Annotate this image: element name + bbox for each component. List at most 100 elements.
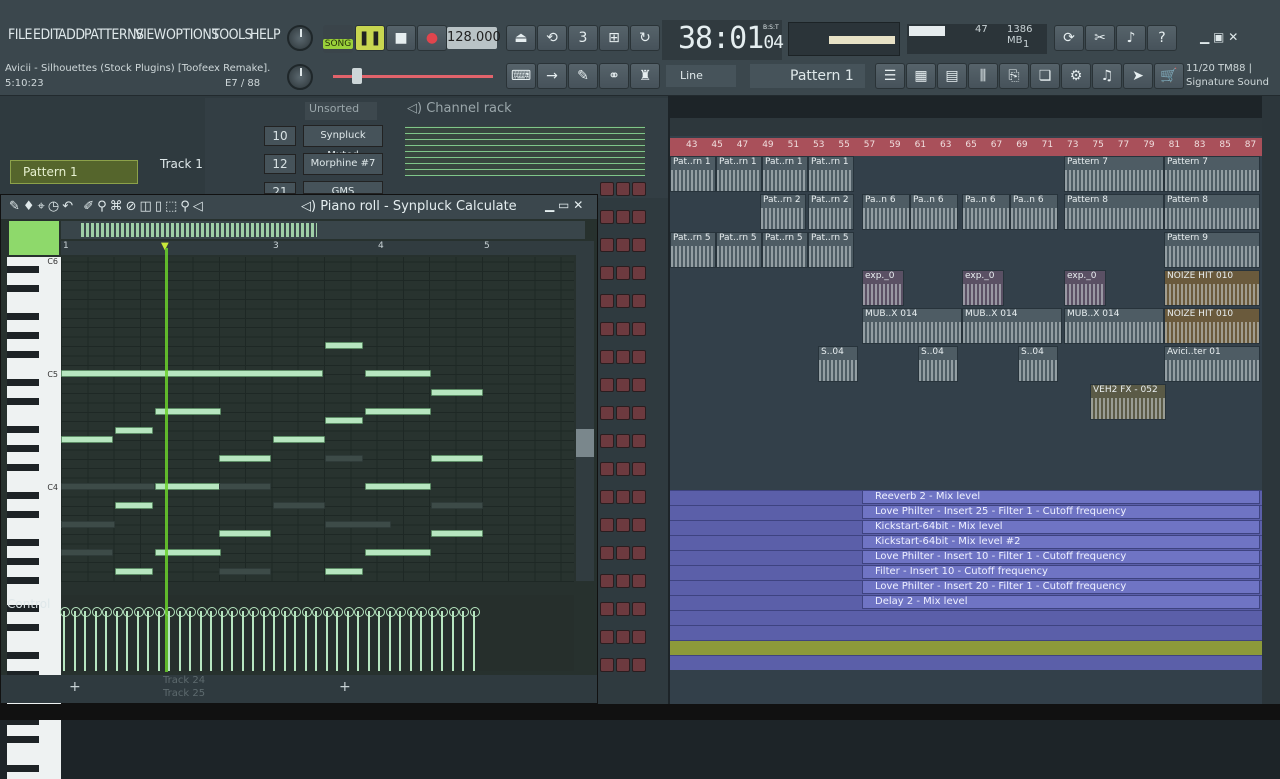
channel-mute-button[interactable]: [632, 182, 646, 196]
velocity-bar[interactable]: [385, 607, 396, 671]
microphone-icon[interactable]: ♪: [1116, 25, 1146, 51]
tempo-display[interactable]: 128.000: [447, 27, 501, 49]
black-key[interactable]: [7, 332, 39, 340]
playlist-clip[interactable]: Pattern 8: [1064, 194, 1164, 230]
channel-mute-button[interactable]: [632, 266, 646, 280]
velocity-bar[interactable]: [301, 607, 312, 671]
velocity-bar[interactable]: [375, 607, 385, 671]
help-icon[interactable]: ?: [1147, 25, 1177, 51]
piano-roll-tools[interactable]: ✎♦⌖◷↶ ✐⚲⌘⊘◫▯⬚⚲◁: [9, 199, 206, 214]
note[interactable]: [365, 549, 431, 556]
brush-icon[interactable]: ✎: [568, 63, 598, 89]
playlist-clip[interactable]: MUB..X 014: [1064, 308, 1164, 344]
black-key[interactable]: [7, 510, 39, 518]
note[interactable]: [325, 342, 363, 349]
channel-mute-button[interactable]: [616, 630, 630, 644]
velocity-bar[interactable]: [186, 607, 196, 671]
channel-mute-button[interactable]: [632, 350, 646, 364]
channel-mute-button[interactable]: [616, 462, 630, 476]
note[interactable]: [365, 483, 431, 490]
playlist-clip[interactable]: MUB..X 014: [862, 308, 962, 344]
playlist-clip[interactable]: Pat..rn 1: [808, 156, 854, 192]
menu-file[interactable]: FILE: [8, 27, 32, 43]
channel-mute-button[interactable]: [632, 378, 646, 392]
note[interactable]: [273, 436, 325, 443]
playlist-clip[interactable]: S..04: [1018, 346, 1058, 382]
automation-clip[interactable]: Delay 2 - Mix level: [862, 595, 1260, 609]
channel-mute-button[interactable]: [616, 574, 630, 588]
stamp-icon[interactable]: ♜: [630, 63, 660, 89]
channel-mute-button[interactable]: [616, 266, 630, 280]
playlist-icon[interactable]: ☰: [875, 63, 905, 89]
playlist-ruler[interactable]: 43 45 47 49 51 53 55 57 59 61 63 65 67 69 71 73 75 77 79 81…: [670, 138, 1262, 156]
velocity-bar[interactable]: [322, 607, 333, 671]
velocity-bar[interactable]: [112, 607, 123, 671]
channel-mute-button[interactable]: [632, 210, 646, 224]
pat-song-toggle[interactable]: SONG: [323, 25, 353, 53]
channel-mute-button[interactable]: [600, 518, 614, 532]
piano-roll-overview[interactable]: [61, 221, 585, 239]
note[interactable]: [61, 370, 323, 377]
channel-mute-button[interactable]: [632, 602, 646, 616]
piano-roll-icon[interactable]: ▦: [906, 63, 936, 89]
window-controls[interactable]: ▁ ▣ ✕: [1200, 30, 1238, 44]
channel-button[interactable]: Morphine #7: [303, 153, 383, 175]
note-grid[interactable]: [61, 257, 574, 582]
menu-view[interactable]: VIEW: [135, 27, 166, 43]
pattern-selector[interactable]: Pattern 1: [750, 64, 865, 88]
playlist-clip[interactable]: Pat..rn 5: [762, 232, 808, 268]
share-icon[interactable]: ➤: [1123, 63, 1153, 89]
channel-mute-button[interactable]: [632, 294, 646, 308]
channel-mute-button[interactable]: [632, 630, 646, 644]
black-key[interactable]: [7, 426, 39, 434]
plugin-icon[interactable]: ⚙: [1061, 63, 1091, 89]
black-key[interactable]: [7, 463, 39, 471]
automation-clip[interactable]: Love Philter - Insert 10 - Filter 1 - Cu…: [862, 550, 1260, 564]
playlist-clip[interactable]: Pat..rn 1: [762, 156, 808, 192]
playlist-clip[interactable]: Pat..rn 2: [808, 194, 854, 230]
channel-mute-button[interactable]: [600, 238, 614, 252]
channel-mute-button[interactable]: [600, 546, 614, 560]
channel-mute-button[interactable]: [616, 434, 630, 448]
snap-select[interactable]: Line: [666, 65, 736, 87]
playlist-clip[interactable]: S..04: [918, 346, 958, 382]
note[interactable]: [219, 530, 271, 537]
control-label[interactable]: Control: [7, 597, 50, 611]
note[interactable]: [115, 568, 153, 575]
menu-add[interactable]: ADD: [58, 27, 85, 43]
arrow-right-icon[interactable]: →: [537, 63, 567, 89]
playlist-overview[interactable]: [670, 118, 1262, 136]
metronome-icon[interactable]: ⏏: [506, 25, 536, 51]
playlist-clip[interactable]: Pat..rn 5: [670, 232, 716, 268]
channel-mute-button[interactable]: [616, 378, 630, 392]
velocity-bar[interactable]: [102, 607, 112, 671]
channel-mute-button[interactable]: [632, 238, 646, 252]
wait-input-icon[interactable]: ⟲: [537, 25, 567, 51]
menu-help[interactable]: HELP: [250, 27, 281, 43]
link-icon[interactable]: ⚭: [599, 63, 629, 89]
channel-mute-button[interactable]: [632, 322, 646, 336]
channel-mute-button[interactable]: [600, 378, 614, 392]
note[interactable]: [325, 417, 363, 424]
black-key[interactable]: [7, 379, 39, 387]
track-lane[interactable]: [670, 610, 1262, 625]
velocity-bar[interactable]: [364, 607, 375, 671]
channel-filter[interactable]: Unsorted: [305, 102, 377, 120]
black-key[interactable]: [7, 285, 39, 293]
velocity-bar[interactable]: [217, 607, 228, 671]
black-key[interactable]: [7, 539, 39, 546]
velocity-bar[interactable]: [427, 607, 438, 671]
playlist-clip[interactable]: NOIZE HIT 010: [1164, 308, 1260, 344]
browser-icon[interactable]: ⎘: [999, 63, 1029, 89]
channel-number[interactable]: 21: [264, 182, 296, 194]
note[interactable]: [115, 427, 153, 434]
channel-mute-button[interactable]: [632, 518, 646, 532]
velocity-bar[interactable]: [144, 607, 154, 671]
add-track-icon[interactable]: +: [339, 679, 351, 695]
channel-mute-button[interactable]: [616, 350, 630, 364]
playlist-clip[interactable]: exp._0: [862, 270, 904, 306]
black-key[interactable]: [7, 266, 39, 274]
automation-clip[interactable]: Love Philter - Insert 25 - Filter 1 - Cu…: [862, 505, 1260, 519]
automation-clip[interactable]: Filter - Insert 10 - Cutoff frequency: [862, 565, 1260, 579]
channel-mute-button[interactable]: [600, 490, 614, 504]
